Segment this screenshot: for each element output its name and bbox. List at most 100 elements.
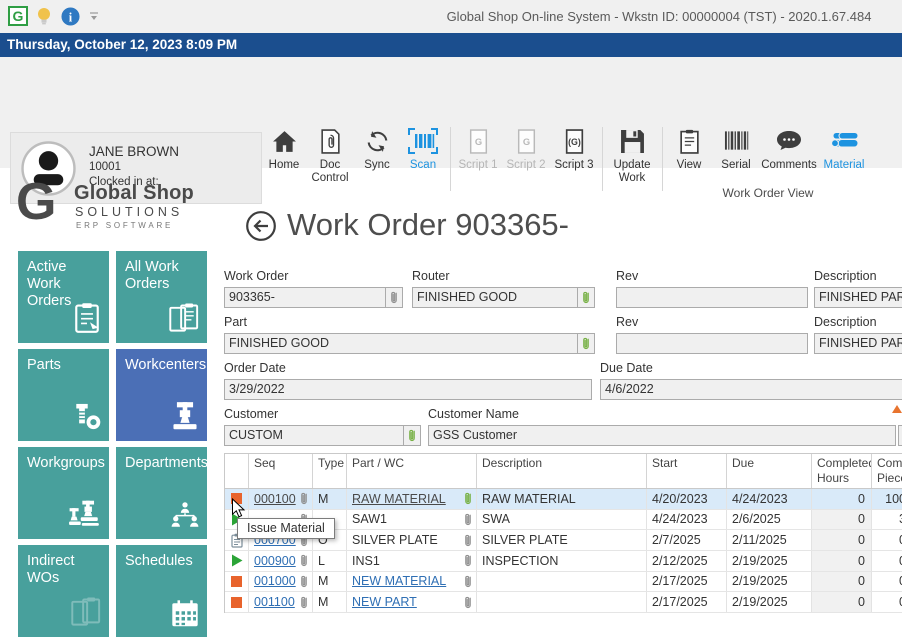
clipboards-faded-icon bbox=[70, 596, 102, 632]
sidebar-tile-schedules[interactable]: Schedules bbox=[116, 545, 207, 637]
seq-link[interactable]: 000900 bbox=[254, 554, 296, 568]
order-date-input[interactable]: 3/29/2022 bbox=[224, 379, 592, 400]
completed-pieces-cell: 0 bbox=[872, 530, 902, 550]
desc2-input[interactable]: FINISHED PART D bbox=[814, 333, 902, 354]
toolbar-group-label: Work Order View bbox=[666, 186, 870, 200]
rev1-input[interactable] bbox=[616, 287, 808, 308]
toolbar-button-update-work[interactable]: Update Work bbox=[606, 125, 658, 185]
tile-label: Parts bbox=[18, 349, 109, 374]
sidebar-tile-parts[interactable]: Parts bbox=[18, 349, 109, 441]
router-attachment-button[interactable] bbox=[577, 287, 595, 308]
sidebar-tile-departments[interactable]: Departments bbox=[116, 447, 207, 539]
logo-line1: Global Shop bbox=[74, 182, 194, 205]
part-attachment-icon[interactable] bbox=[463, 512, 473, 527]
seq-link[interactable]: 000100 bbox=[254, 492, 296, 506]
issue-material-icon[interactable] bbox=[231, 576, 242, 587]
desc1-input[interactable]: FINISHED PART bbox=[814, 287, 902, 308]
part-attachment-icon[interactable] bbox=[463, 553, 473, 568]
back-button[interactable] bbox=[245, 210, 277, 242]
customer-name-input[interactable]: GSS Customer bbox=[428, 425, 896, 446]
seq-link[interactable]: 001000 bbox=[254, 574, 296, 588]
play-icon[interactable] bbox=[231, 554, 243, 567]
grid-row-001100[interactable]: 001100MNEW PART2/17/20252/19/202500 bbox=[225, 592, 902, 613]
router-label: Router bbox=[412, 269, 450, 283]
tile-label: All Work Orders bbox=[116, 251, 207, 293]
toolbar-button-script1: GScript 1 bbox=[454, 125, 502, 172]
part-attachment-button[interactable] bbox=[577, 333, 595, 354]
part-attachment-icon[interactable] bbox=[463, 491, 473, 506]
seq-attachment-icon[interactable] bbox=[299, 595, 309, 610]
router-input[interactable]: FINISHED GOOD bbox=[412, 287, 578, 308]
seq-link[interactable]: 001100 bbox=[254, 595, 295, 609]
tile-label: Workgroups bbox=[18, 447, 109, 472]
type-cell: L bbox=[313, 551, 347, 571]
toolbar-button-home[interactable]: Home bbox=[262, 125, 306, 172]
description-cell: SWA bbox=[477, 510, 647, 530]
start-cell: 2/17/2025 bbox=[647, 572, 727, 592]
desc1-label: Description bbox=[814, 269, 877, 283]
rev2-input[interactable] bbox=[616, 333, 808, 354]
due-date-input[interactable]: 4/6/2022 bbox=[600, 379, 902, 400]
back-arrow-icon bbox=[245, 210, 277, 242]
toolbar-separator bbox=[450, 127, 451, 191]
grid-row-000900[interactable]: 000900LINS1INSPECTION2/12/20252/19/20250… bbox=[225, 551, 902, 572]
column-header-part-wc: Part / WC bbox=[347, 454, 477, 488]
part-attachment-icon[interactable] bbox=[463, 595, 473, 610]
gss-logo-icon[interactable]: G bbox=[8, 6, 28, 26]
tile-label: Schedules bbox=[116, 545, 207, 570]
sidebar-tile-indirect-wos[interactable]: Indirect WOs bbox=[18, 545, 109, 637]
part-attachment-icon[interactable] bbox=[463, 533, 473, 548]
calendar-icon bbox=[170, 599, 200, 632]
sidebar-tile-workgroups[interactable]: Workgroups bbox=[18, 447, 109, 539]
comments-icon bbox=[775, 125, 803, 157]
column-header-completed-hours: Completed Hours bbox=[812, 454, 872, 488]
part-attachment-icon[interactable] bbox=[463, 574, 473, 589]
grid-row-000100[interactable]: 000100MRAW MATERIALRAW MATERIAL4/20/2023… bbox=[225, 489, 902, 510]
sidebar-tile-active-work-orders[interactable]: Active Work Orders bbox=[18, 251, 109, 343]
part-input[interactable]: FINISHED GOOD bbox=[224, 333, 578, 354]
part-label: Part bbox=[224, 315, 247, 329]
completed-hours-cell: 0 bbox=[812, 551, 872, 571]
part-wc-link[interactable]: NEW PART bbox=[352, 595, 417, 609]
customer-attachment-button[interactable] bbox=[403, 425, 421, 446]
part-wc-link[interactable]: RAW MATERIAL bbox=[352, 492, 446, 506]
lightbulb-icon[interactable] bbox=[36, 6, 56, 28]
page-title: Work Order 903365- bbox=[287, 207, 569, 243]
toolbar-button-label: Script 2 bbox=[507, 159, 546, 172]
tile-label: Workcenters bbox=[116, 349, 207, 374]
customer-label: Customer bbox=[224, 407, 278, 421]
type-cell: M bbox=[313, 572, 347, 592]
svg-text:(G): (G) bbox=[568, 137, 581, 147]
toolbar-button-sync[interactable]: Sync bbox=[354, 125, 400, 172]
toolbar-options-caret-icon[interactable] bbox=[88, 10, 108, 32]
sidebar-tile-workcenters[interactable]: Workcenters bbox=[116, 349, 207, 441]
toolbar-button-scan[interactable]: Scan bbox=[400, 125, 446, 172]
seq-attachment-icon[interactable] bbox=[299, 553, 309, 568]
toolbar-button-view[interactable]: View bbox=[666, 125, 712, 172]
work-order-input[interactable]: 903365- bbox=[224, 287, 386, 308]
toolbar-button-comments[interactable]: Comments bbox=[760, 125, 818, 172]
seq-attachment-icon[interactable] bbox=[299, 574, 309, 589]
script-doc-icon: G bbox=[468, 125, 489, 157]
grid-row-001000[interactable]: 001000MNEW MATERIAL2/17/20252/19/202500 bbox=[225, 572, 902, 593]
script3-doc-icon: (G) bbox=[564, 125, 585, 157]
toolbar-button-material[interactable]: Material bbox=[818, 125, 870, 172]
rev2-label: Rev bbox=[616, 315, 638, 329]
toolbar-button-label: Update Work bbox=[606, 159, 658, 185]
script-doc-icon: G bbox=[516, 125, 537, 157]
description-cell: SILVER PLATE bbox=[477, 530, 647, 550]
issue-material-icon[interactable] bbox=[231, 597, 242, 608]
customer-input[interactable]: CUSTOM bbox=[224, 425, 404, 446]
sidebar-tile-all-work-orders[interactable]: All Work Orders bbox=[116, 251, 207, 343]
part-wc-link[interactable]: NEW MATERIAL bbox=[352, 574, 446, 588]
toolbar-button-script3[interactable]: (G)Script 3 bbox=[550, 125, 598, 172]
clipped-field-input[interactable] bbox=[898, 425, 902, 446]
toolbar-button-label: Material bbox=[824, 159, 865, 172]
seq-attachment-icon[interactable] bbox=[299, 491, 309, 506]
info-icon[interactable]: i bbox=[61, 7, 81, 29]
start-cell: 2/17/2025 bbox=[647, 592, 727, 612]
due-cell: 4/24/2023 bbox=[727, 489, 812, 509]
toolbar-button-doc-control[interactable]: Doc Control bbox=[306, 125, 354, 185]
work-order-attachment-button[interactable] bbox=[385, 287, 403, 308]
toolbar-button-serial[interactable]: Serial bbox=[712, 125, 760, 172]
